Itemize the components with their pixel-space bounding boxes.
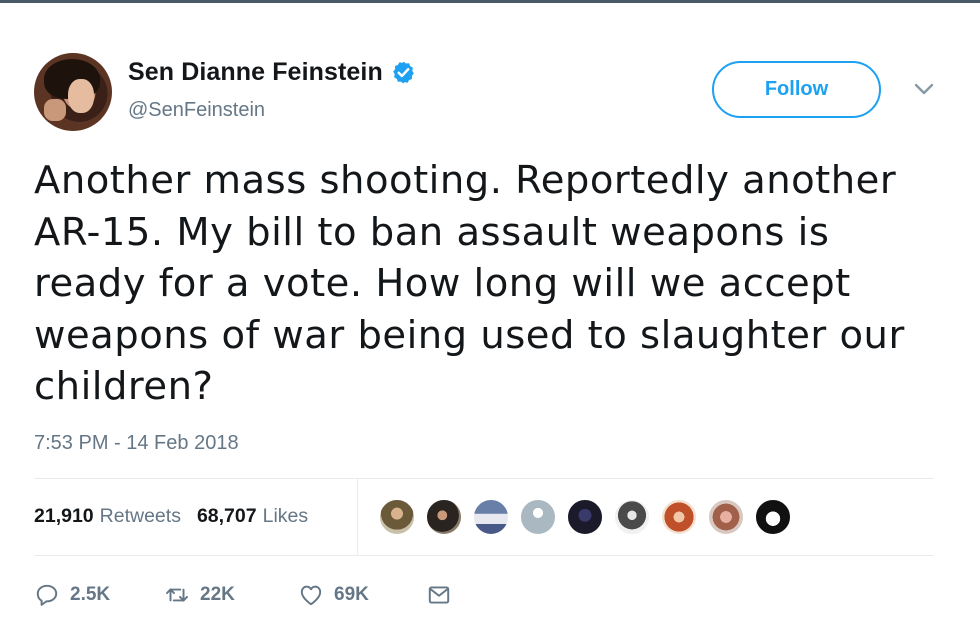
display-name[interactable]: Sen Dianne Feinstein: [128, 58, 383, 87]
divider: [34, 555, 934, 556]
envelope-icon: [428, 586, 450, 604]
reply-button[interactable]: 2.5K: [34, 580, 110, 610]
liker-avatar-6[interactable]: [613, 498, 651, 536]
like-count: 69K: [334, 584, 369, 605]
liker-avatar-5[interactable]: [566, 498, 604, 536]
liker-avatar-3[interactable]: [472, 498, 510, 536]
tweet-timestamp[interactable]: 7:53 PM - 14 Feb 2018: [34, 432, 239, 455]
engagement-stats: 21,910 Retweets 68,707 Likes: [34, 505, 308, 528]
retweet-icon: [166, 588, 188, 602]
liker-avatars: [378, 498, 798, 538]
liker-avatar-2[interactable]: [425, 498, 463, 536]
like-button[interactable]: 69K: [298, 580, 369, 610]
heart-icon: [300, 585, 322, 606]
retweets-count: 21,910: [34, 505, 94, 527]
liker-avatar-7[interactable]: [660, 498, 698, 536]
liker-avatar-8[interactable]: [707, 498, 745, 536]
retweets-label: Retweets: [99, 505, 181, 527]
retweet-count: 22K: [200, 584, 235, 605]
liker-avatar-9[interactable]: [754, 498, 792, 536]
reply-count: 2.5K: [70, 584, 111, 605]
retweet-button[interactable]: 22K: [164, 580, 235, 610]
reply-icon: [36, 584, 58, 606]
stats-divider: [357, 478, 358, 555]
tweet-text: Another mass shooting. Reportedly anothe…: [34, 158, 905, 409]
tweet-actions: 2.5K 22K 69K: [34, 580, 634, 610]
likes-count: 68,707: [196, 505, 257, 527]
liker-avatar-4[interactable]: [519, 498, 557, 536]
verified-badge-icon: [393, 61, 414, 84]
tweet-header: Sen Dianne Feinstein @SenFeinstein Follo…: [32, 52, 948, 132]
user-handle[interactable]: @SenFeinstein: [128, 99, 265, 122]
follow-button[interactable]: Follow: [712, 61, 881, 118]
liker-avatar-1[interactable]: [378, 498, 416, 536]
top-border: [0, 0, 980, 3]
avatar[interactable]: [34, 53, 112, 131]
divider: [34, 478, 934, 479]
likes-stat[interactable]: 68,707 Likes: [197, 505, 308, 528]
chevron-down-icon[interactable]: [913, 81, 935, 97]
name-row: Sen Dianne Feinstein: [128, 58, 416, 87]
retweets-stat[interactable]: 21,910 Retweets: [34, 505, 181, 528]
likes-label: Likes: [262, 505, 309, 527]
direct-message-button[interactable]: [426, 580, 452, 610]
